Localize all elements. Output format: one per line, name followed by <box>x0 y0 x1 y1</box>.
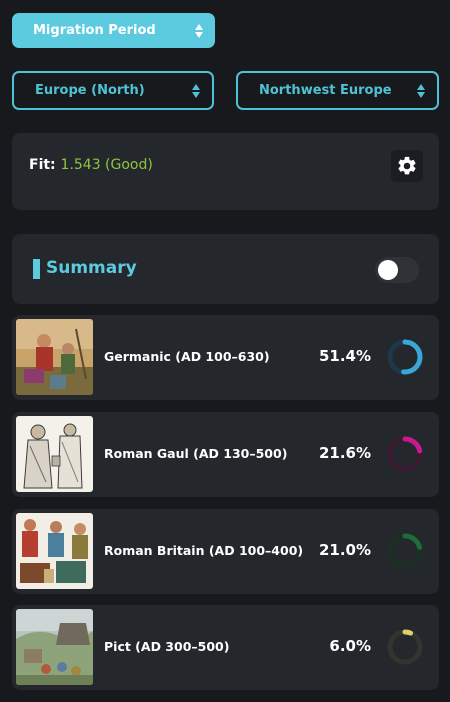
summary-title: Summary <box>46 258 137 278</box>
population-row[interactable]: Germanic (AD 100–630) 51.4% <box>12 315 439 400</box>
settings-button[interactable] <box>391 150 423 182</box>
fit-label: Fit: <box>29 157 56 173</box>
germanic-illustration <box>16 319 93 395</box>
sort-arrows-icon <box>192 83 200 98</box>
period-select-value: Migration Period <box>33 23 156 38</box>
subregion-select-value: Northwest Europe <box>259 83 392 98</box>
percent-ring <box>387 436 423 472</box>
row-percent: 6.0% <box>329 637 371 655</box>
roman-britain-illustration <box>16 513 93 589</box>
population-row[interactable]: Roman Gaul (AD 130–500) 21.6% <box>12 412 439 497</box>
summary-toggle[interactable] <box>375 257 419 283</box>
ring-track <box>387 629 423 665</box>
row-percent: 21.6% <box>318 444 371 462</box>
summary-header: Summary <box>12 234 439 304</box>
percent-ring <box>387 339 423 375</box>
pict-illustration <box>16 609 93 685</box>
row-name: Germanic (AD 100–630) <box>104 349 270 364</box>
row-name: Roman Britain (AD 100–400) <box>104 543 304 558</box>
population-row[interactable]: Roman Britain (AD 100–400) 21.0% <box>12 509 439 594</box>
period-select[interactable]: Migration Period <box>12 13 215 48</box>
roman-gaul-illustration <box>16 416 93 492</box>
fit-text: Fit: 1.543 (Good) <box>29 157 153 173</box>
row-percent: 51.4% <box>318 347 371 365</box>
toggle-knob <box>378 260 398 280</box>
fit-card: Fit: 1.543 (Good) <box>12 133 439 210</box>
fit-value: 1.543 (Good) <box>60 157 153 173</box>
sort-arrows-icon <box>417 83 425 98</box>
gear-icon <box>398 156 416 175</box>
percent-ring <box>387 533 423 569</box>
percent-ring <box>387 629 423 665</box>
subregion-select[interactable]: Northwest Europe <box>236 71 439 110</box>
row-name: Roman Gaul (AD 130–500) <box>104 446 288 461</box>
region-select[interactable]: Europe (North) <box>12 71 214 110</box>
summary-accent-bar <box>33 259 40 279</box>
row-name: Pict (AD 300–500) <box>104 639 230 654</box>
region-select-value: Europe (North) <box>35 83 145 98</box>
sort-arrows-icon <box>195 23 203 38</box>
row-percent: 21.0% <box>318 541 371 559</box>
population-row[interactable]: Pict (AD 300–500) 6.0% <box>12 605 439 690</box>
